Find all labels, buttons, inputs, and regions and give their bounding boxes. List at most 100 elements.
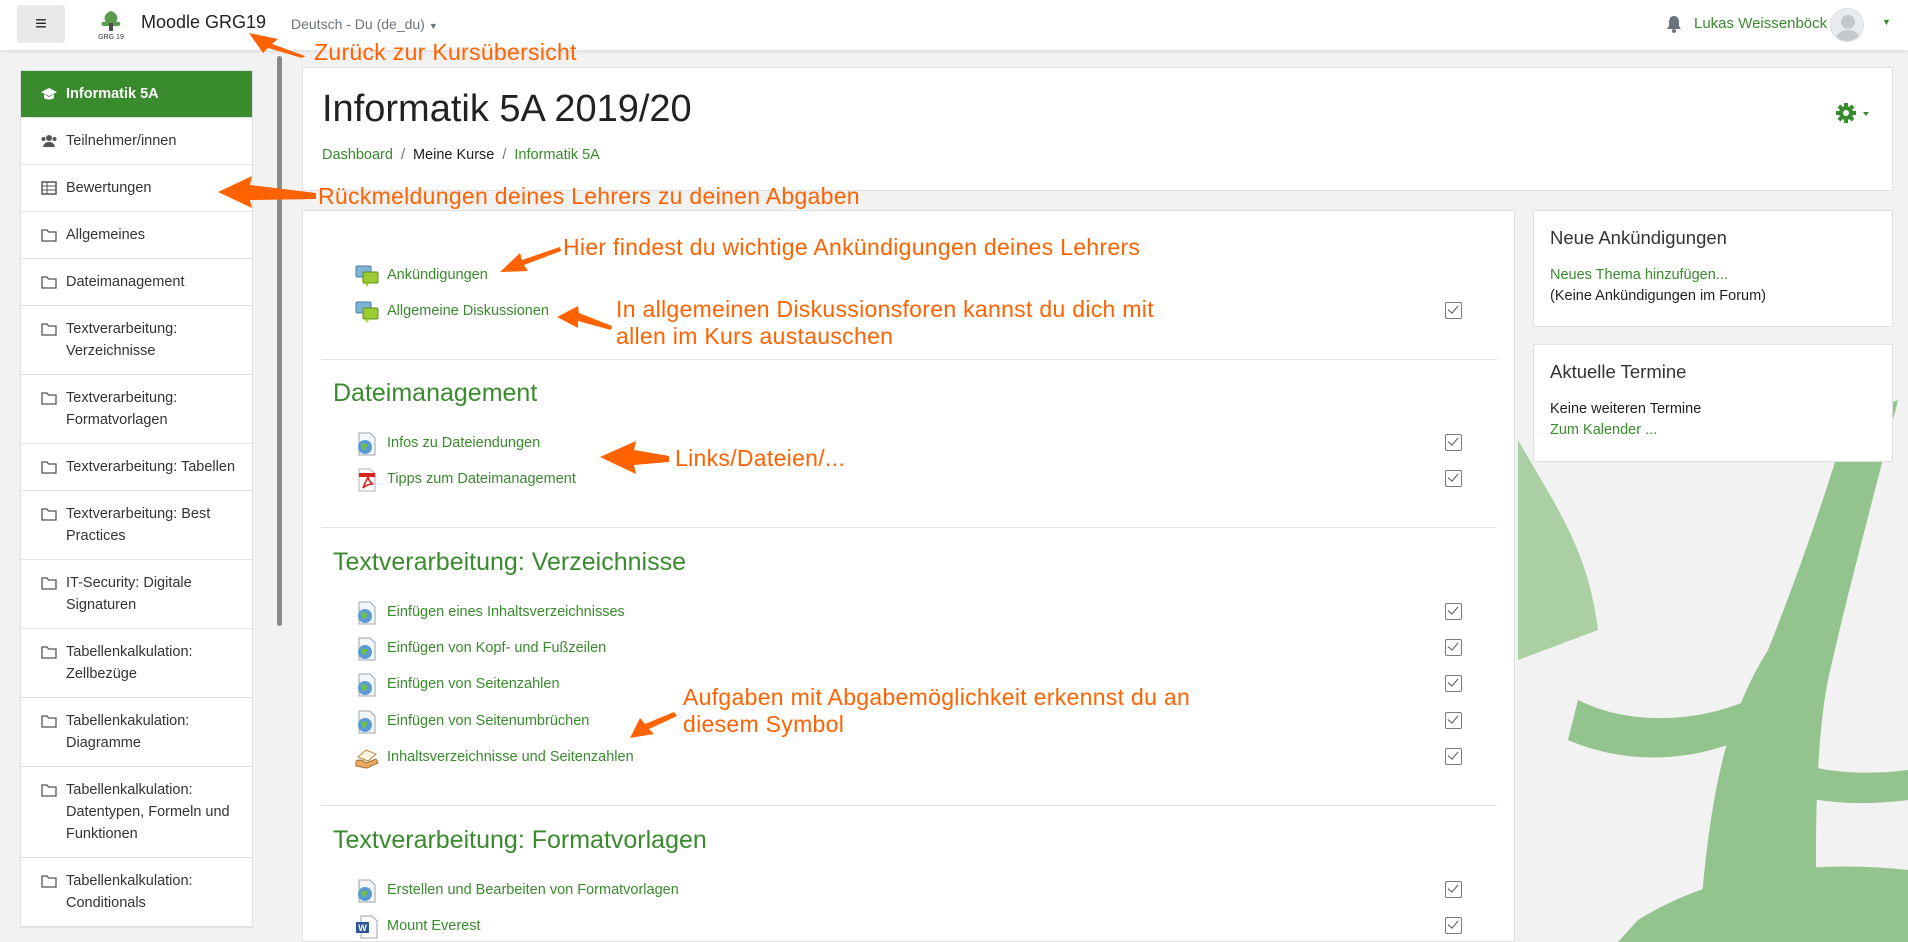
section-title[interactable]: Textverarbeitung: Verzeichnisse xyxy=(333,548,686,577)
user-menu-chevron-icon[interactable]: ▼ xyxy=(1882,17,1891,27)
completion-checkbox[interactable] xyxy=(1445,302,1462,319)
drawer-item-7[interactable]: Textverarbeitung: Tabellen xyxy=(21,444,252,491)
user-menu-name[interactable]: Lukas Weissenböck xyxy=(1694,15,1827,32)
drawer-item-1[interactable]: Teilnehmer/innen xyxy=(21,118,252,165)
drawer-item-8[interactable]: Textverarbeitung: Best Practices xyxy=(21,491,252,560)
annotation-assignments: Aufgaben mit Abgabemöglichkeit erkennst … xyxy=(683,684,1190,738)
activity-item[interactable]: Ankündigungen xyxy=(355,264,1495,288)
completion-checkbox[interactable] xyxy=(1445,917,1462,934)
drawer-item-label: IT-Security: Digitale Signaturen xyxy=(66,575,192,613)
section-title[interactable]: Textverarbeitung: Formatvorlagen xyxy=(333,826,707,855)
language-label: Deutsch ‎- Du ‎(de_du)‎ xyxy=(291,16,425,32)
activity-link[interactable]: Tipps zum Dateimanagement xyxy=(387,471,576,487)
no-news-text: (Keine Ankündigungen im Forum) xyxy=(1550,288,1767,304)
activity-link[interactable]: Infos zu Dateiendungen xyxy=(387,435,540,451)
drawer-item-12[interactable]: Tabellenkalkulation: Datentypen, Formeln… xyxy=(21,767,252,858)
activity-item[interactable]: Tipps zum Dateimanagement xyxy=(355,468,1495,492)
drawer-item-label: Textverarbeitung: Formatvorlagen xyxy=(66,390,178,428)
table-icon xyxy=(41,180,57,195)
activity-link[interactable]: Erstellen und Bearbeiten von Formatvorla… xyxy=(387,882,679,898)
activity-link[interactable]: Inhaltsverzeichnisse und Seitenzahlen xyxy=(387,749,634,765)
activity-link[interactable]: Einfügen eines Inhaltsverzeichnisses xyxy=(387,604,625,620)
annotation-forums-line1: In allgemeinen Diskussionsforen kannst d… xyxy=(616,296,1154,322)
folder-icon xyxy=(41,506,57,521)
drawer-item-0[interactable]: Informatik 5A xyxy=(21,71,252,118)
drawer-item-13[interactable]: Tabellenkalkulation: Conditionals xyxy=(21,858,252,927)
activity-link[interactable]: Allgemeine Diskussionen xyxy=(387,303,549,319)
completion-checkbox[interactable] xyxy=(1445,603,1462,620)
drawer-item-9[interactable]: IT-Security: Digitale Signaturen xyxy=(21,560,252,629)
completion-checkbox[interactable] xyxy=(1445,712,1462,729)
breadcrumb-my-courses[interactable]: Meine Kurse xyxy=(413,147,494,163)
word-doc-icon: W xyxy=(355,915,379,939)
drawer-item-label: Bewertungen xyxy=(66,180,152,196)
drawer-item-4[interactable]: Dateimanagement xyxy=(21,259,252,306)
activity-item[interactable]: Inhaltsverzeichnisse und Seitenzahlen xyxy=(355,746,1495,770)
breadcrumb-course[interactable]: Informatik 5A xyxy=(514,147,599,163)
drawer-item-10[interactable]: Tabellenkalkulation: Zellbezüge xyxy=(21,629,252,698)
folder-icon xyxy=(41,575,57,590)
drawer-scrollbar[interactable] xyxy=(277,56,282,626)
page-title: Informatik 5A 2019/20 xyxy=(322,88,692,130)
drawer-item-label: Tabellenkakulation: Diagramme xyxy=(66,713,190,751)
folder-icon xyxy=(41,274,57,289)
language-menu[interactable]: Deutsch ‎- Du ‎(de_du)‎ ▼ xyxy=(291,16,438,32)
activity-link[interactable]: Mount Everest xyxy=(387,918,481,934)
drawer-item-label: Tabellenkalkulation: Zellbezüge xyxy=(66,644,193,682)
navigation-drawer: Informatik 5A Teilnehmer/innen Bewertungen… xyxy=(0,50,286,942)
drawer-item-2[interactable]: Bewertungen xyxy=(21,165,252,212)
completion-checkbox[interactable] xyxy=(1445,434,1462,451)
svg-text:GRG 19: GRG 19 xyxy=(98,34,124,41)
drawer-toggle-button[interactable]: ≡ xyxy=(17,5,65,43)
completion-checkbox[interactable] xyxy=(1445,675,1462,692)
folder-icon xyxy=(41,321,57,336)
avatar[interactable] xyxy=(1830,8,1864,42)
activity-item[interactable]: Infos zu Dateiendungen xyxy=(355,432,1495,456)
completion-checkbox[interactable] xyxy=(1445,748,1462,765)
forum-icon xyxy=(355,264,379,288)
activity-link[interactable]: Einfügen von Seitenzahlen xyxy=(387,676,560,692)
drawer-item-11[interactable]: Tabellenkakulation: Diagramme xyxy=(21,698,252,767)
activity-link[interactable]: Einfügen von Kopf- und Fußzeilen xyxy=(387,640,606,656)
drawer-item-label: Tabellenkalkulation: Conditionals xyxy=(66,873,193,911)
activity-link[interactable]: Ankündigungen xyxy=(387,267,488,283)
section-divider xyxy=(321,805,1497,806)
forum-icon xyxy=(355,300,379,324)
site-name-link[interactable]: Moodle GRG19 xyxy=(141,12,266,33)
calendar-link[interactable]: Zum Kalender ... xyxy=(1550,422,1657,438)
activity-link[interactable]: Einfügen von Seitenumbrüchen xyxy=(387,713,589,729)
activity-item[interactable]: Einfügen von Kopf- und Fußzeilen xyxy=(355,637,1495,661)
gear-icon[interactable] xyxy=(1835,101,1871,125)
annotation-forums: In allgemeinen Diskussionsforen kannst d… xyxy=(616,296,1154,350)
url-icon xyxy=(355,637,379,661)
drawer-item-label: Textverarbeitung: Verzeichnisse xyxy=(66,321,178,359)
drawer-item-5[interactable]: Textverarbeitung: Verzeichnisse xyxy=(21,306,252,375)
completion-checkbox[interactable] xyxy=(1445,639,1462,656)
users-icon xyxy=(41,133,57,147)
grg19-logo[interactable]: GRG 19 xyxy=(94,9,128,41)
activity-item[interactable]: W Mount Everest xyxy=(355,915,1495,939)
drawer-item-label: Textverarbeitung: Tabellen xyxy=(66,459,236,475)
activity-item[interactable]: Erstellen und Bearbeiten von Formatvorla… xyxy=(355,879,1495,903)
folder-icon xyxy=(41,227,57,242)
activity-item[interactable]: Einfügen eines Inhaltsverzeichnisses xyxy=(355,601,1495,625)
annotation-assignments-line2: diesem Symbol xyxy=(683,711,845,737)
drawer-item-6[interactable]: Textverarbeitung: Formatvorlagen xyxy=(21,375,252,444)
breadcrumb-dashboard[interactable]: Dashboard xyxy=(322,147,393,163)
section-divider xyxy=(321,359,1497,360)
section-divider xyxy=(321,527,1497,528)
completion-checkbox[interactable] xyxy=(1445,881,1462,898)
folder-icon xyxy=(41,459,57,474)
svg-text:W: W xyxy=(358,923,367,933)
graduation-cap-icon xyxy=(41,86,57,100)
add-topic-link[interactable]: Neues Thema hinzufügen... xyxy=(1550,267,1728,283)
folder-icon xyxy=(41,713,57,728)
block-title: Aktuelle Termine xyxy=(1550,361,1687,382)
bell-icon[interactable] xyxy=(1666,15,1682,33)
folder-icon xyxy=(41,873,57,888)
section-title[interactable]: Dateimanagement xyxy=(333,379,537,408)
drawer-item-3[interactable]: Allgemeines xyxy=(21,212,252,259)
background-tree-image xyxy=(1518,400,1908,942)
completion-checkbox[interactable] xyxy=(1445,470,1462,487)
hamburger-icon: ≡ xyxy=(35,12,47,35)
